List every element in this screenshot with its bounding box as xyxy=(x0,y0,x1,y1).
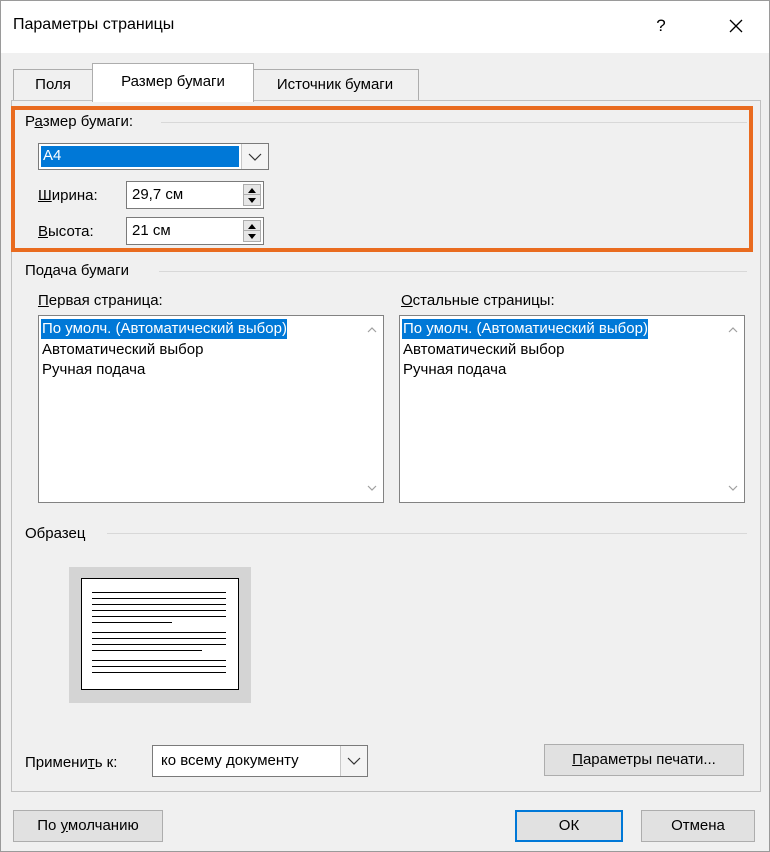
tab-paper-source[interactable]: Источник бумаги xyxy=(251,69,419,100)
width-decrease-button[interactable] xyxy=(243,194,261,206)
triangle-down-icon xyxy=(248,198,256,203)
height-field[interactable]: 21 см xyxy=(126,217,264,245)
list-item[interactable]: Автоматический выбор xyxy=(41,340,203,360)
preview-group-title: Образец xyxy=(25,525,86,542)
preview-line xyxy=(92,638,226,639)
preview-line xyxy=(92,644,226,645)
divider xyxy=(159,271,747,272)
tab-margins[interactable]: Поля xyxy=(13,69,93,100)
ok-button[interactable]: ОК xyxy=(515,810,623,842)
list-item[interactable]: Ручная подача xyxy=(41,360,145,380)
close-icon xyxy=(729,19,743,33)
paper-size-combo[interactable]: A4 xyxy=(38,143,269,170)
preview-line xyxy=(92,616,226,617)
chevron-down-icon xyxy=(367,485,377,491)
preview-line xyxy=(92,610,226,611)
chevron-up-icon xyxy=(367,327,377,333)
preview-line xyxy=(92,592,226,593)
width-value: 29,7 см xyxy=(132,186,184,203)
list-item[interactable]: По умолч. (Автоматический выбор) xyxy=(402,319,648,339)
title-bar: Параметры страницы ? xyxy=(1,1,769,53)
height-stepper xyxy=(243,220,261,242)
apply-to-label: Применить к: xyxy=(25,754,118,771)
triangle-up-icon xyxy=(248,188,256,193)
other-pages-scrollbar[interactable] xyxy=(723,317,743,501)
other-pages-label: Остальные страницы: xyxy=(401,292,555,309)
preview-line xyxy=(92,650,202,651)
chevron-up-icon xyxy=(728,327,738,333)
height-decrease-button[interactable] xyxy=(243,230,261,242)
first-page-label: Первая страница: xyxy=(38,292,163,309)
print-options-button[interactable]: Параметры печати... xyxy=(544,744,744,776)
paper-size-dropdown-button[interactable] xyxy=(241,144,268,169)
first-page-listbox[interactable]: По умолч. (Автоматический выбор) Автомат… xyxy=(38,315,384,503)
triangle-up-icon xyxy=(248,224,256,229)
list-item[interactable]: По умолч. (Автоматический выбор) xyxy=(41,319,287,339)
preview-line xyxy=(92,604,226,605)
other-pages-listbox[interactable]: По умолч. (Автоматический выбор) Автомат… xyxy=(399,315,745,503)
divider xyxy=(161,122,747,123)
help-button[interactable]: ? xyxy=(649,13,673,39)
width-stepper xyxy=(243,184,261,206)
close-button[interactable] xyxy=(719,9,753,43)
chevron-down-icon xyxy=(347,757,361,765)
preview-line xyxy=(92,672,226,673)
paper-size-group-title: Размер бумаги: xyxy=(25,113,134,130)
triangle-down-icon xyxy=(248,234,256,239)
first-page-scrollbar[interactable] xyxy=(362,317,382,501)
chevron-down-icon xyxy=(248,153,262,161)
page-setup-dialog: Параметры страницы ? Поля Размер бумаги … xyxy=(0,0,770,852)
chevron-down-icon xyxy=(728,485,738,491)
paper-source-group-title: Подача бумаги xyxy=(25,262,129,279)
preview-line xyxy=(92,622,172,623)
preview-line xyxy=(92,598,226,599)
preview-line xyxy=(92,666,226,667)
width-label: Ширина: xyxy=(38,187,98,204)
list-item[interactable]: Автоматический выбор xyxy=(402,340,564,360)
height-label: Высота: xyxy=(38,223,94,240)
paper-size-value: A4 xyxy=(41,146,239,167)
preview-line xyxy=(92,632,226,633)
list-item[interactable]: Ручная подача xyxy=(402,360,506,380)
apply-to-value: ко всему документу xyxy=(161,752,299,769)
preview-line xyxy=(92,660,226,661)
height-value: 21 см xyxy=(132,222,171,239)
cancel-button[interactable]: Отмена xyxy=(641,810,755,842)
apply-to-combo[interactable]: ко всему документу xyxy=(152,745,368,777)
set-as-default-button[interactable]: По умолчанию xyxy=(13,810,163,842)
window-title: Параметры страницы xyxy=(13,16,175,33)
width-field[interactable]: 29,7 см xyxy=(126,181,264,209)
tab-paper-size[interactable]: Размер бумаги xyxy=(92,63,254,102)
divider xyxy=(107,533,747,534)
page-preview xyxy=(81,578,239,690)
apply-to-dropdown-button[interactable] xyxy=(340,746,367,776)
